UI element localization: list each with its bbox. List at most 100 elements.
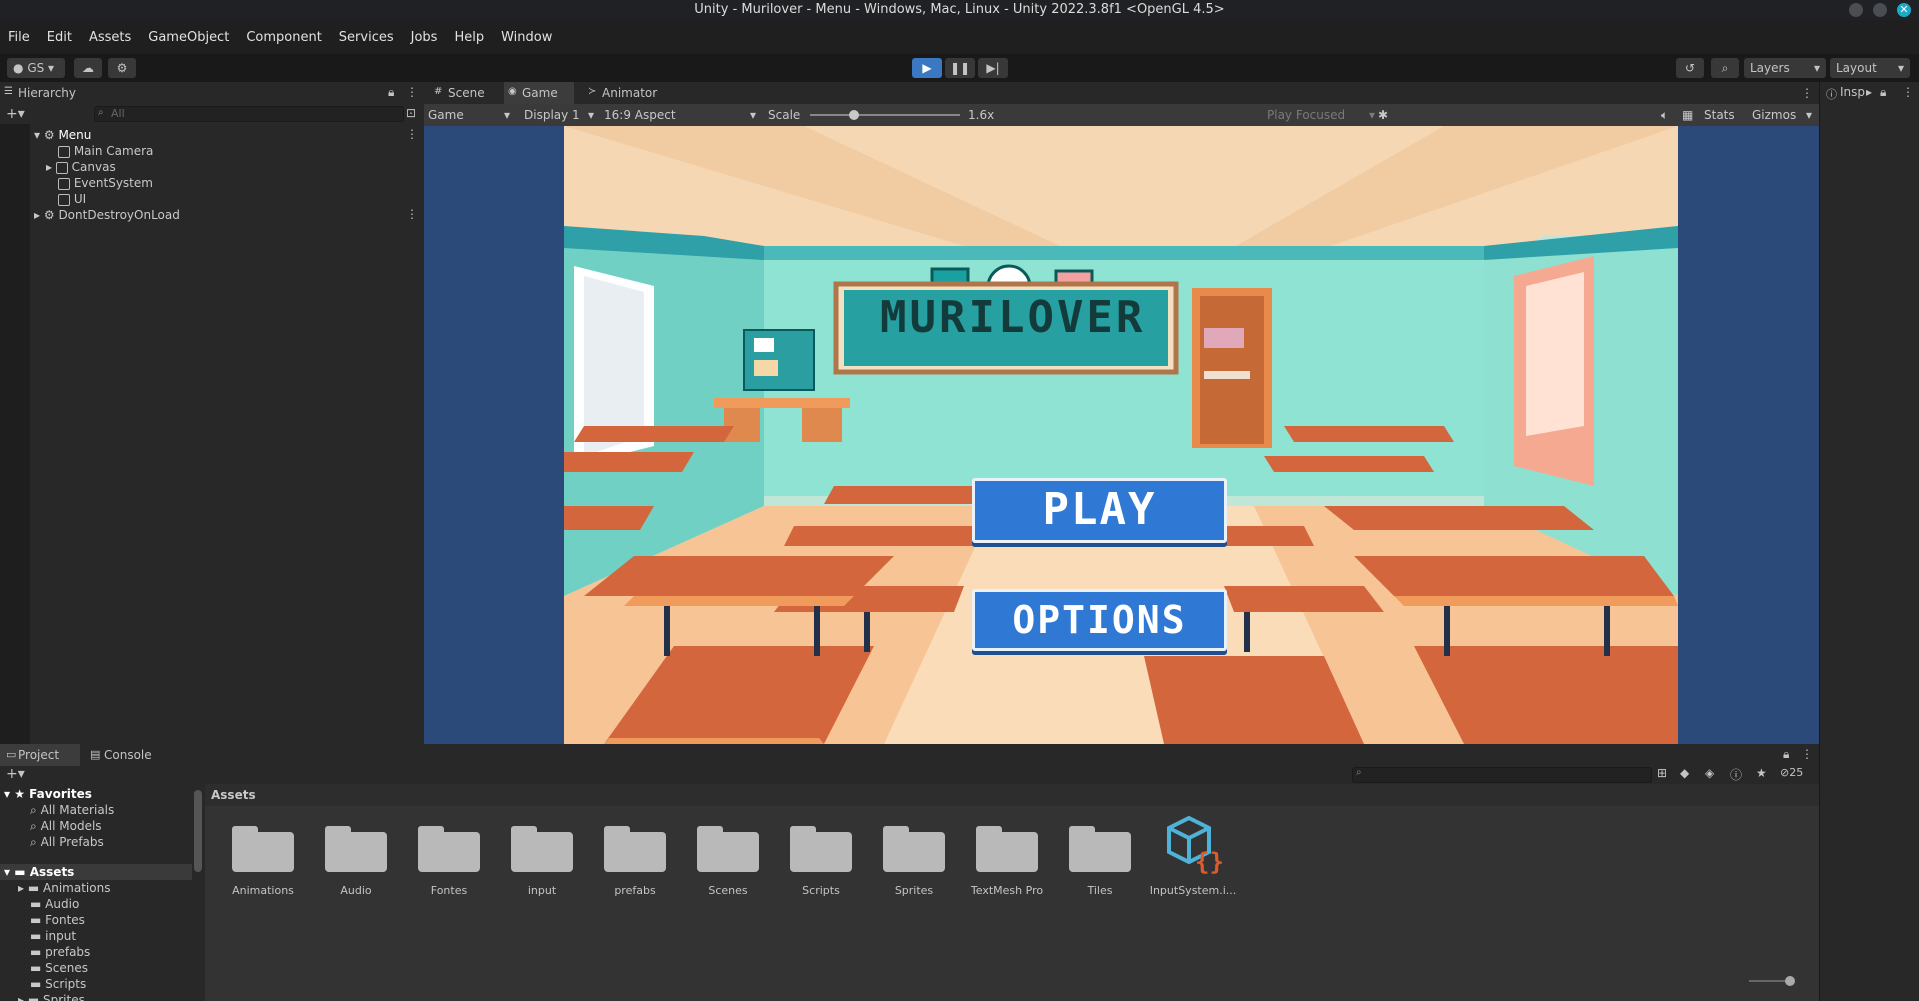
- hierarchy-search-input[interactable]: All: [94, 106, 404, 122]
- search-icon[interactable]: ⌕: [1711, 58, 1739, 78]
- assets-tree-item[interactable]: ▬ input: [30, 928, 76, 944]
- hierarchy-item-ui[interactable]: UI: [58, 191, 86, 207]
- project-search-input[interactable]: [1352, 767, 1652, 783]
- game-mode-dropdown[interactable]: Game ▾: [428, 104, 510, 126]
- menu-edit[interactable]: Edit: [47, 30, 72, 45]
- hierarchy-item-dontdestroyonload[interactable]: ▸ ⚙ DontDestroyOnLoad: [34, 207, 424, 223]
- step-icon[interactable]: ▶|: [978, 58, 1008, 78]
- favorite-item[interactable]: ⌕ All Models: [30, 818, 102, 834]
- collab-icon[interactable]: ⚙: [108, 58, 136, 78]
- folder-icon: ▬: [30, 961, 42, 975]
- folder-icon[interactable]: [604, 822, 666, 872]
- assets-tree-item[interactable]: ▬ prefabs: [30, 944, 90, 960]
- bug-icon[interactable]: ✱: [1378, 104, 1388, 126]
- dropdown-label: 16:9 Aspect: [604, 108, 676, 122]
- layers-dropdown[interactable]: Layers ▾: [1744, 58, 1826, 78]
- folder-icon[interactable]: [790, 822, 852, 872]
- menu-window[interactable]: Window: [501, 30, 552, 45]
- assets-tree-item[interactable]: ▬ Scenes: [30, 960, 88, 976]
- gameobject-icon: [58, 193, 70, 206]
- scene-icon[interactable]: ⊡: [406, 106, 416, 120]
- assets-tree-item[interactable]: ▬ Audio: [30, 896, 79, 912]
- hierarchy-item-canvas[interactable]: ▸ Canvas: [46, 159, 116, 175]
- layout-dropdown[interactable]: Layout ▾: [1830, 58, 1910, 78]
- add-icon[interactable]: +▾: [6, 766, 25, 782]
- scale-slider[interactable]: [810, 114, 960, 116]
- gizmos-dropdown[interactable]: Gizmos ▾: [1752, 104, 1812, 126]
- menu-component[interactable]: Component: [246, 30, 321, 45]
- lock-icon[interactable]: 🔒︎: [1783, 747, 1789, 762]
- folder-icon[interactable]: [511, 822, 573, 872]
- hierarchy-item-eventsystem[interactable]: EventSystem: [58, 175, 153, 191]
- favorites-header[interactable]: ▾ ★ Favorites: [4, 786, 92, 802]
- folder-icon[interactable]: [418, 822, 480, 872]
- assets-tree-item[interactable]: ▸ ▬ Sprites: [18, 992, 85, 1001]
- breadcrumb-item[interactable]: Assets: [211, 788, 256, 802]
- options-button[interactable]: OPTIONS: [972, 589, 1227, 651]
- aspect-dropdown[interactable]: 16:9 Aspect ▾: [604, 104, 756, 126]
- zoom-slider-thumb[interactable]: [1785, 976, 1795, 986]
- zoom-slider[interactable]: [1749, 980, 1789, 982]
- hierarchy-item-main-camera[interactable]: Main Camera: [58, 143, 153, 159]
- inspector-panel: ⓘ Insp ▸ 🔒︎ ⋮: [1819, 82, 1919, 1001]
- menu-help[interactable]: Help: [454, 30, 484, 45]
- pause-icon[interactable]: ❚❚: [945, 58, 975, 78]
- folder-icon[interactable]: [976, 822, 1038, 872]
- folder-icon[interactable]: [1069, 822, 1131, 872]
- label-icon[interactable]: ◈: [1705, 766, 1714, 780]
- folder-icon: ▬: [27, 881, 40, 895]
- folder-icon[interactable]: [232, 822, 294, 872]
- menu-gameobject[interactable]: GameObject: [148, 30, 229, 45]
- kebab-menu-icon[interactable]: ⋮: [406, 85, 418, 99]
- kebab-menu-icon[interactable]: ⋮: [406, 127, 418, 141]
- search-type-icon[interactable]: ⊞: [1657, 766, 1667, 780]
- input-system-asset-icon[interactable]: {}: [1165, 814, 1225, 876]
- play-icon[interactable]: ▶: [912, 58, 942, 78]
- hierarchy-panel: Hierarchy ☰ 🔒︎ ⋮ +▾ All ⌕ ⊡ ▾ ⚙ Menu Mai…: [0, 82, 424, 744]
- menu-assets[interactable]: Assets: [89, 30, 131, 45]
- chevron-right-icon[interactable]: ▸: [1866, 85, 1872, 99]
- assets-tree-root[interactable]: ▾ ▬ Assets: [0, 864, 192, 880]
- menu-jobs[interactable]: Jobs: [411, 30, 438, 45]
- stats-icon[interactable]: ▦: [1682, 104, 1693, 126]
- hidden-packages-icon[interactable]: ⊘25: [1780, 766, 1803, 779]
- play-mode-dropdown[interactable]: Play Focused ▾: [1267, 104, 1375, 126]
- sidebar-scrollbar[interactable]: [194, 790, 202, 872]
- menu-file[interactable]: File: [8, 30, 30, 45]
- favorite-item[interactable]: ⌕ All Prefabs: [30, 834, 104, 850]
- tab-hierarchy[interactable]: Hierarchy: [0, 82, 92, 104]
- scale-slider-thumb[interactable]: [849, 110, 859, 120]
- folder-icon[interactable]: [883, 822, 945, 872]
- audio-icon[interactable]: 🔈︎: [1661, 104, 1668, 126]
- close-icon[interactable]: ✕: [1897, 3, 1911, 17]
- kebab-menu-icon[interactable]: ⋮: [1801, 747, 1813, 761]
- breadcrumb: Assets: [205, 784, 1819, 806]
- folder-icon[interactable]: [697, 822, 759, 872]
- menu-services[interactable]: Services: [339, 30, 394, 45]
- kebab-menu-icon[interactable]: ⋮: [406, 207, 418, 221]
- assets-tree-item[interactable]: ▸ ▬ Animations: [18, 880, 110, 896]
- cloud-icon[interactable]: ☁: [74, 58, 102, 78]
- hierarchy-item-menu[interactable]: ▾ ⚙ Menu: [34, 127, 424, 143]
- maximize-icon[interactable]: [1873, 3, 1887, 17]
- filter-type-icon[interactable]: ◆: [1680, 766, 1689, 780]
- tree-label: Scripts: [45, 977, 87, 991]
- lock-icon[interactable]: 🔒︎: [388, 85, 394, 100]
- minimize-icon[interactable]: [1849, 3, 1863, 17]
- add-icon[interactable]: +▾: [6, 106, 25, 122]
- lock-icon[interactable]: 🔒︎: [1880, 85, 1886, 100]
- display-dropdown[interactable]: Display 1 ▾: [524, 104, 594, 126]
- tab-inspector[interactable]: Insp: [1840, 85, 1865, 99]
- folder-icon[interactable]: [325, 822, 387, 872]
- play-game-button[interactable]: PLAY: [972, 478, 1227, 543]
- favorite-item[interactable]: ⌕ All Materials: [30, 802, 114, 818]
- assets-tree-item[interactable]: ▬ Scripts: [30, 976, 86, 992]
- assets-tree-item[interactable]: ▬ Fontes: [30, 912, 85, 928]
- star-icon[interactable]: ★: [1756, 766, 1767, 780]
- history-icon[interactable]: ↺: [1676, 58, 1704, 78]
- account-button[interactable]: ● GS ▾: [7, 58, 65, 78]
- kebab-menu-icon[interactable]: ⋮: [1801, 86, 1813, 100]
- info-icon[interactable]: ⓘ: [1730, 766, 1742, 783]
- kebab-menu-icon[interactable]: ⋮: [1902, 85, 1914, 99]
- stats-button[interactable]: Stats: [1704, 104, 1735, 126]
